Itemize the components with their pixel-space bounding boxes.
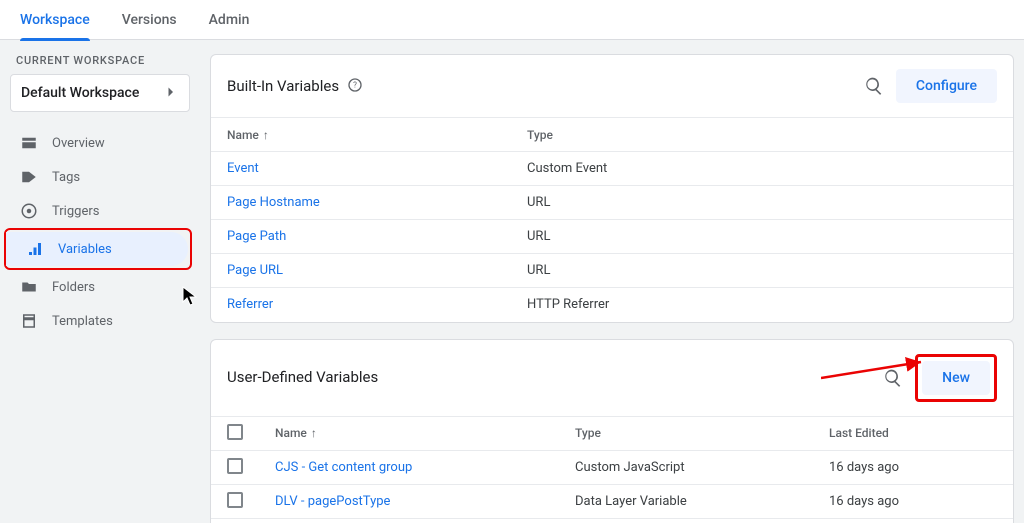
table-row[interactable]: Page HostnameURL	[211, 186, 1013, 220]
builtin-title: Built-In Variables	[227, 79, 339, 94]
nav-overview[interactable]: Overview	[0, 126, 190, 160]
table-row[interactable]: DLV - pagePostType Data Layer Variable 1…	[211, 484, 1013, 518]
annotation-highlight-new: New	[915, 354, 997, 402]
col-checkbox[interactable]	[211, 416, 259, 450]
svg-text:?: ?	[353, 80, 357, 89]
help-icon[interactable]: ?	[347, 77, 363, 96]
table-row[interactable]: ReferrerHTTP Referrer	[211, 288, 1013, 322]
builtin-table: Name↑ Type EventCustom Event Page Hostna…	[211, 117, 1013, 322]
variables-icon	[26, 240, 44, 258]
search-icon[interactable]	[883, 368, 903, 388]
nav-label: Variables	[58, 243, 112, 256]
nav-variables[interactable]: Variables	[6, 232, 188, 266]
nav-templates[interactable]: Templates	[0, 304, 190, 338]
top-tabs: Workspace Versions Admin	[0, 0, 1024, 40]
target-icon	[20, 202, 38, 220]
table-row[interactable]: CJS - Get content group Custom JavaScrip…	[211, 450, 1013, 484]
table-row[interactable]: EventCustom Event	[211, 152, 1013, 186]
col-name[interactable]: Name↑	[211, 118, 511, 152]
main-content: Built-In Variables ? Configure Name↑ Typ…	[200, 40, 1024, 523]
var-link[interactable]: DLV - pagePostType	[275, 494, 390, 509]
col-edited[interactable]: Last Edited	[813, 416, 1013, 450]
dashboard-icon	[20, 134, 38, 152]
tab-workspace[interactable]: Workspace	[20, 0, 90, 40]
nav-label: Overview	[52, 137, 105, 150]
table-row[interactable]: Page URLURL	[211, 254, 1013, 288]
checkbox[interactable]	[227, 492, 243, 508]
tag-icon	[20, 168, 38, 186]
new-button[interactable]: New	[922, 361, 990, 395]
tab-versions[interactable]: Versions	[122, 0, 177, 40]
panel-user-variables: User-Defined Variables New N	[210, 339, 1014, 523]
col-name[interactable]: Name↑	[259, 416, 559, 450]
folder-icon	[20, 278, 38, 296]
search-icon[interactable]	[864, 76, 884, 96]
current-workspace-label: CURRENT WORKSPACE	[0, 54, 200, 74]
var-link[interactable]: Page URL	[227, 263, 283, 278]
nav-list: Overview Tags Triggers Variables Folders	[0, 126, 200, 338]
col-type[interactable]: Type	[559, 416, 813, 450]
annotation-highlight-variables: Variables	[4, 228, 192, 270]
workspace-name: Default Workspace	[21, 86, 139, 100]
checkbox-all[interactable]	[227, 424, 243, 440]
userdefined-title: User-Defined Variables	[227, 370, 378, 385]
var-link[interactable]: Referrer	[227, 297, 273, 312]
checkbox[interactable]	[227, 458, 243, 474]
sidebar: CURRENT WORKSPACE Default Workspace Over…	[0, 40, 200, 523]
user-table: Name↑ Type Last Edited CJS - Get content…	[211, 416, 1013, 523]
workspace-selector[interactable]: Default Workspace	[10, 74, 190, 112]
chevron-right-icon	[161, 83, 179, 104]
nav-label: Folders	[52, 281, 95, 294]
nav-label: Triggers	[52, 205, 99, 218]
table-row[interactable]: DLV - siteSearchTerm Data Layer Variable…	[211, 518, 1013, 523]
templates-icon	[20, 312, 38, 330]
col-type[interactable]: Type	[511, 118, 1013, 152]
tab-admin[interactable]: Admin	[209, 0, 250, 40]
var-link[interactable]: Page Hostname	[227, 195, 320, 210]
nav-label: Templates	[52, 315, 113, 328]
nav-tags[interactable]: Tags	[0, 160, 190, 194]
var-link[interactable]: Page Path	[227, 229, 286, 244]
nav-triggers[interactable]: Triggers	[0, 194, 190, 228]
var-link[interactable]: CJS - Get content group	[275, 460, 412, 475]
sort-asc-icon: ↑	[263, 128, 269, 142]
configure-button[interactable]: Configure	[896, 69, 997, 103]
var-link[interactable]: Event	[227, 161, 259, 176]
table-row[interactable]: Page PathURL	[211, 220, 1013, 254]
sort-asc-icon: ↑	[311, 426, 317, 440]
panel-builtin-variables: Built-In Variables ? Configure Name↑ Typ…	[210, 54, 1014, 323]
nav-folders[interactable]: Folders	[0, 270, 190, 304]
nav-label: Tags	[52, 171, 80, 184]
